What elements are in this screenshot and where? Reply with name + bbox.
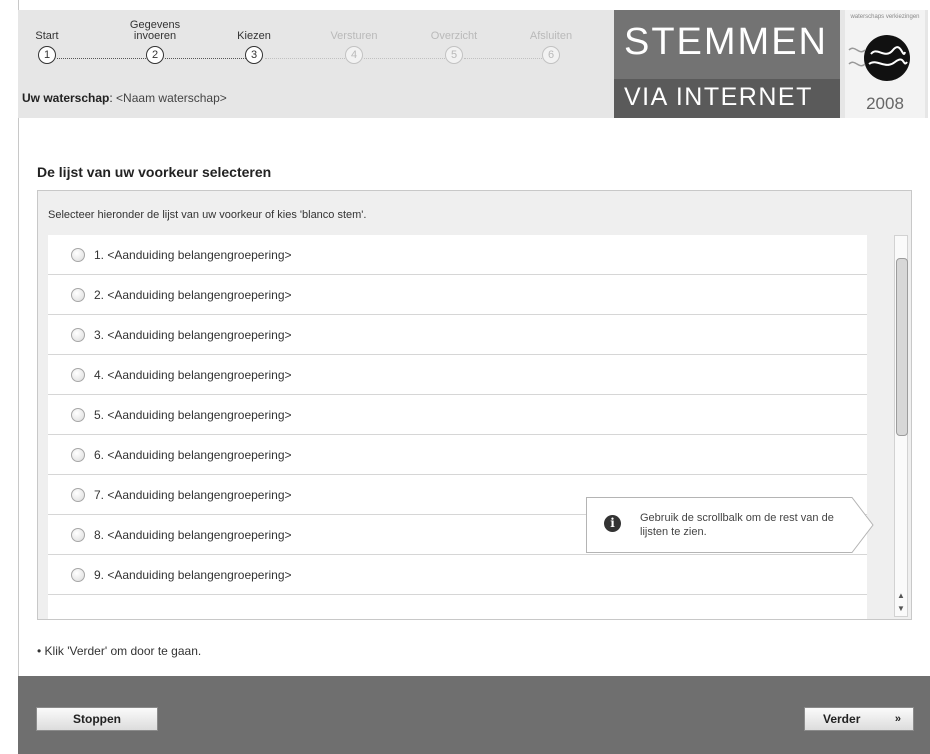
step-label: Start xyxy=(35,30,59,42)
list-item-label: 4. <Aanduiding belangengroepering> xyxy=(94,367,292,382)
list-item[interactable]: 3. <Aanduiding belangengroepering> xyxy=(48,315,867,355)
stop-button-label: Stoppen xyxy=(73,712,121,726)
list-panel: Selecteer hieronder de lijst van uw voor… xyxy=(37,190,912,620)
logo-line1: STEMMEN xyxy=(624,21,828,63)
radio-button[interactable] xyxy=(71,247,85,262)
radio-button[interactable] xyxy=(71,527,85,542)
continue-hint: • Klik 'Verder' om door te gaan. xyxy=(37,644,202,658)
step-connector xyxy=(464,58,542,59)
list-item[interactable]: 9. <Aanduiding belangengroepering> xyxy=(48,555,867,595)
step-connector xyxy=(57,58,146,59)
step-connector xyxy=(265,58,345,59)
list-scrollbar[interactable]: ▲ ▼ xyxy=(894,235,908,617)
logo-line2: VIA INTERNET xyxy=(624,83,813,111)
list-item-label: 3. <Aanduiding belangengroepering> xyxy=(94,327,292,342)
list-item[interactable]: 4. <Aanduiding belangengroepering> xyxy=(48,355,867,395)
seal-text: waterschaps verkiezingen xyxy=(850,14,920,20)
party-list: 1. <Aanduiding belangengroepering> 2. <A… xyxy=(48,235,867,619)
list-item[interactable]: 6. <Aanduiding belangengroepering> xyxy=(48,435,867,475)
scroll-tooltip: i Gebruik de scrollbalk om de rest van d… xyxy=(586,497,874,553)
radio-button[interactable] xyxy=(71,487,85,502)
list-item-label: 5. <Aanduiding belangengroepering> xyxy=(94,407,292,422)
radio-button[interactable] xyxy=(71,287,85,302)
step-number: 2 xyxy=(146,46,164,64)
seal-year: 2008 xyxy=(866,94,904,113)
radio-button[interactable] xyxy=(71,367,85,382)
list-item[interactable]: 5. <Aanduiding belangengroepering> xyxy=(48,395,867,435)
list-item-label: 9. <Aanduiding belangengroepering> xyxy=(94,567,292,582)
scroll-down-icon[interactable]: ▼ xyxy=(895,603,907,615)
seal-icon xyxy=(848,35,910,81)
step-number: 1 xyxy=(38,46,56,64)
list-item-label: 2. <Aanduiding belangengroepering> xyxy=(94,287,292,302)
list-item-label: 7. <Aanduiding belangengroepering> xyxy=(94,487,292,502)
step-label: Versturen xyxy=(330,30,378,42)
waterschap-value: <Naam waterschap> xyxy=(116,91,227,105)
radio-button[interactable] xyxy=(71,567,85,582)
step-connector xyxy=(364,58,445,59)
scrollbar-thumb[interactable] xyxy=(896,258,908,436)
waterschap-label: Uw waterschap xyxy=(22,91,110,105)
radio-button[interactable] xyxy=(71,407,85,422)
list-item-label: 6. <Aanduiding belangengroepering> xyxy=(94,447,292,462)
radio-button[interactable] xyxy=(71,327,85,342)
info-icon: i xyxy=(604,515,621,532)
page-title: De lijst van uw voorkeur selecteren xyxy=(37,164,272,180)
step-number: 6 xyxy=(542,46,560,64)
tooltip-text: Gebruik de scrollbalk om de rest van de … xyxy=(640,512,834,538)
step-label: Afsluiten xyxy=(529,30,573,42)
list-item[interactable]: 1. <Aanduiding belangengroepering> xyxy=(48,235,867,275)
instruction-text: Selecteer hieronder de lijst van uw voor… xyxy=(48,209,367,221)
step-label: Overzicht xyxy=(430,30,478,42)
step-label: Gegevens invoeren xyxy=(129,19,181,42)
stemmen-logo: STEMMEN VIA INTERNET xyxy=(614,10,840,118)
waterschap-seal: waterschaps verkiezingen 2008 xyxy=(845,10,925,118)
list-item-label: 1. <Aanduiding belangengroepering> xyxy=(94,247,292,262)
next-button-label: Verder xyxy=(823,712,861,726)
step-number: 4 xyxy=(345,46,363,64)
waterschap-line: Uw waterschap: <Naam waterschap> xyxy=(22,91,227,105)
stop-button[interactable]: Stoppen xyxy=(36,707,158,731)
step-label: Kiezen xyxy=(237,30,271,42)
radio-button[interactable] xyxy=(71,447,85,462)
double-chevron-right-icon: » xyxy=(894,713,901,725)
scroll-up-icon[interactable]: ▲ xyxy=(895,590,907,602)
step-number: 5 xyxy=(445,46,463,64)
list-item[interactable]: 2. <Aanduiding belangengroepering> xyxy=(48,275,867,315)
step-number: 3 xyxy=(245,46,263,64)
next-button[interactable]: Verder » xyxy=(804,707,914,731)
list-item-label: 8. <Aanduiding belangengroepering> xyxy=(94,527,292,542)
step-connector xyxy=(165,58,246,59)
